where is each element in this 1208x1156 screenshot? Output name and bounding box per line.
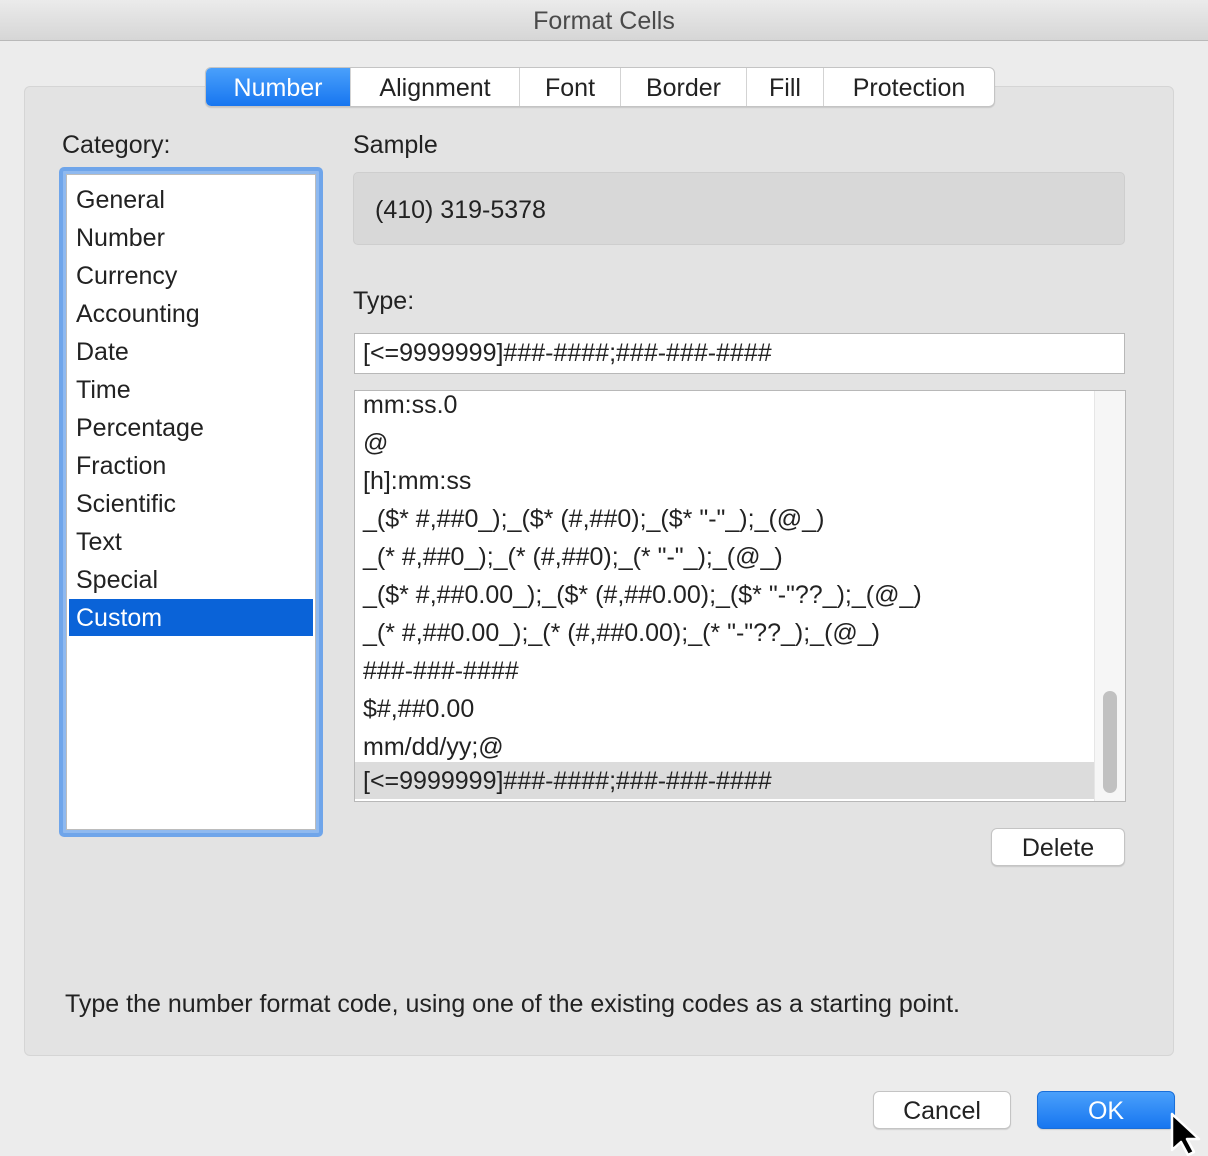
category-item-currency[interactable]: Currency <box>69 257 313 294</box>
format-code-list[interactable]: mm:ss.0 @ [h]:mm:ss _($* #,##0_);_($* (#… <box>354 390 1126 802</box>
sample-value: (410) 319-5378 <box>375 196 546 224</box>
category-item-special[interactable]: Special <box>69 561 313 598</box>
category-item-percentage[interactable]: Percentage <box>69 409 313 446</box>
category-item-date[interactable]: Date <box>69 333 313 370</box>
category-list[interactable]: General Number Currency Accounting Date … <box>59 167 323 837</box>
delete-button[interactable]: Delete <box>991 828 1125 866</box>
format-item[interactable]: mm/dd/yy;@ <box>355 728 1095 765</box>
format-list-scrollbar[interactable] <box>1094 391 1125 801</box>
format-item[interactable]: _($* #,##0.00_);_($* (#,##0.00);_($* "-"… <box>355 576 1095 613</box>
help-text: Type the number format code, using one o… <box>65 990 960 1018</box>
category-item-custom[interactable]: Custom <box>69 599 313 636</box>
window-title: Format Cells <box>533 7 675 35</box>
type-label: Type: <box>353 287 415 315</box>
mouse-pointer-icon <box>1170 1112 1201 1156</box>
category-item-accounting[interactable]: Accounting <box>69 295 313 332</box>
format-item[interactable]: $#,##0.00 <box>355 690 1095 727</box>
category-item-text[interactable]: Text <box>69 523 313 560</box>
format-item[interactable]: _(* #,##0.00_);_(* (#,##0.00);_(* "-"??_… <box>355 614 1095 651</box>
category-item-number[interactable]: Number <box>69 219 313 256</box>
cancel-button[interactable]: Cancel <box>873 1091 1011 1129</box>
tab-alignment[interactable]: Alignment <box>350 68 519 106</box>
ok-button[interactable]: OK <box>1037 1091 1175 1129</box>
category-item-time[interactable]: Time <box>69 371 313 408</box>
tab-fill[interactable]: Fill <box>746 68 823 106</box>
tab-border[interactable]: Border <box>620 68 746 106</box>
category-item-general[interactable]: General <box>69 181 313 218</box>
tab-font[interactable]: Font <box>519 68 620 106</box>
format-item[interactable]: [h]:mm:ss <box>355 462 1095 499</box>
tab-protection[interactable]: Protection <box>823 68 994 106</box>
format-item-selected[interactable]: [<=9999999]###-####;###-###-#### <box>355 762 1095 799</box>
format-item[interactable]: ###-###-#### <box>355 652 1095 689</box>
tab-number[interactable]: Number <box>206 68 350 106</box>
category-item-fraction[interactable]: Fraction <box>69 447 313 484</box>
sample-label: Sample <box>353 131 438 159</box>
tab-bar: Number Alignment Font Border Fill Protec… <box>205 67 995 107</box>
format-item[interactable]: _(* #,##0_);_(* (#,##0);_(* "-"_);_(@_) <box>355 538 1095 575</box>
format-item[interactable]: _($* #,##0_);_($* (#,##0);_($* "-"_);_(@… <box>355 500 1095 537</box>
category-label: Category: <box>62 131 171 159</box>
scrollbar-thumb[interactable] <box>1103 691 1117 793</box>
window-titlebar: Format Cells <box>0 0 1208 41</box>
format-item[interactable]: mm:ss.0 <box>355 391 1095 423</box>
type-input[interactable] <box>354 333 1125 374</box>
category-item-scientific[interactable]: Scientific <box>69 485 313 522</box>
format-item[interactable]: @ <box>355 424 1095 461</box>
